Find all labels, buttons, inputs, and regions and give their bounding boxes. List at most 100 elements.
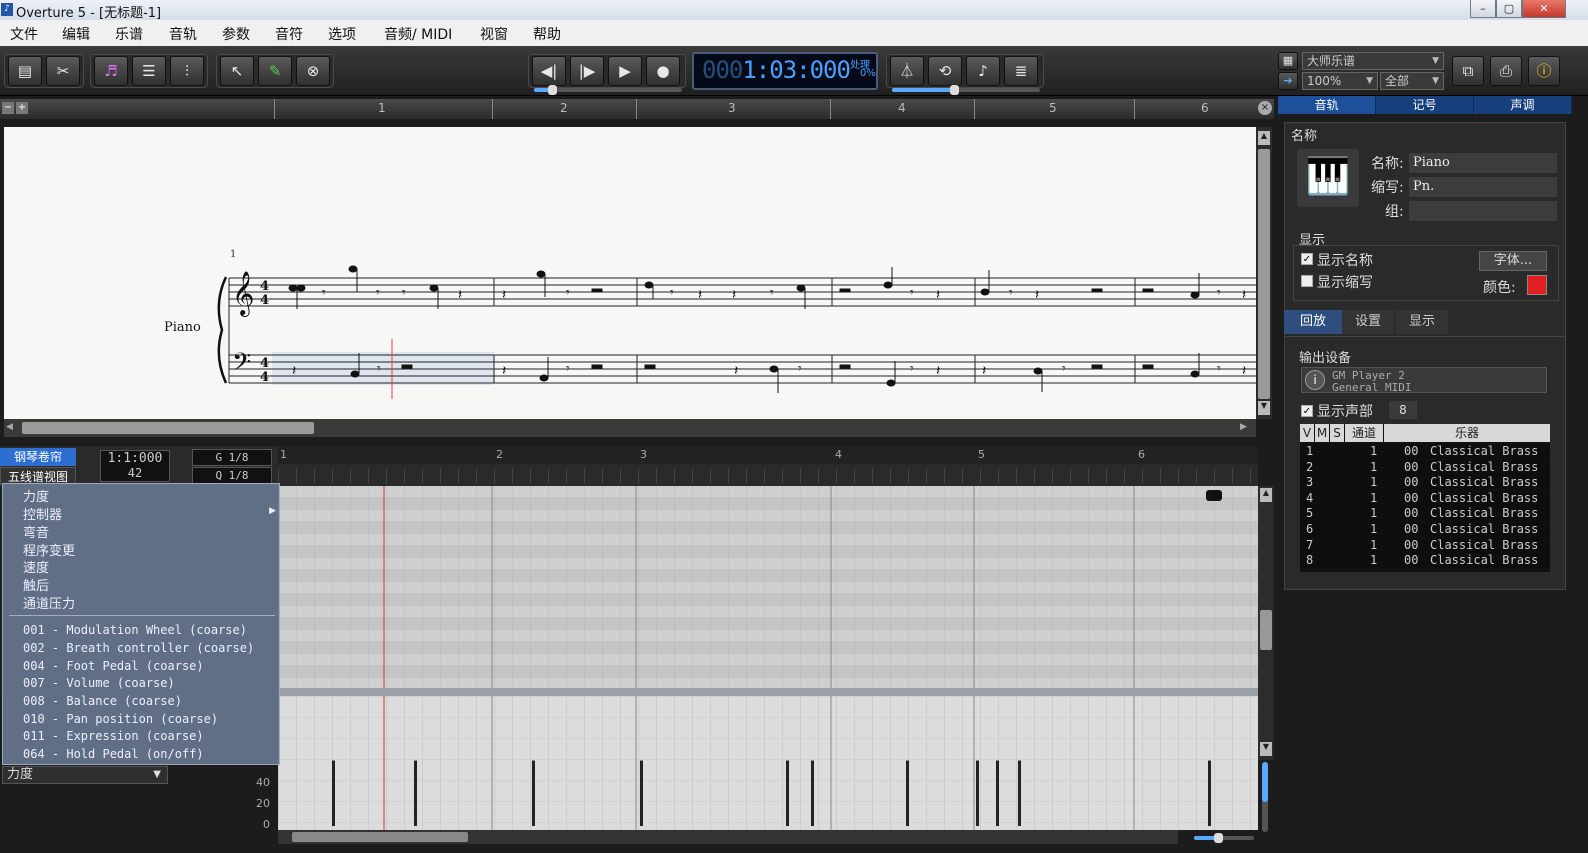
arrow-tool-icon[interactable]: ↖ — [220, 56, 254, 86]
eraser-tool-icon[interactable]: ⊗ — [296, 56, 330, 86]
copy-window-icon[interactable]: ⧉ — [1452, 56, 1484, 86]
menu-file[interactable]: 文件 — [10, 24, 38, 44]
piano-roll-grid[interactable] — [278, 486, 1258, 688]
track-list-icon[interactable]: ☰ — [132, 56, 166, 86]
info-icon[interactable]: i — [1305, 370, 1325, 390]
velocity-bar[interactable] — [811, 760, 814, 826]
scroll-down-icon[interactable]: ▼ — [1258, 401, 1270, 415]
voices-count-field[interactable]: 8 — [1389, 401, 1417, 419]
score-view-select[interactable]: 大师乐谱 ▼ — [1302, 52, 1444, 70]
menu-item-cc[interactable]: 002 - Breath controller (coarse) — [23, 641, 254, 655]
velocity-bar[interactable] — [976, 760, 979, 826]
menu-item-pitch-bend[interactable]: 弯音 — [23, 522, 49, 541]
parameter-select[interactable]: 力度 ▼ — [2, 766, 168, 784]
voice-row[interactable]: 6 1 00 Classical Brass — [1300, 522, 1550, 537]
velocity-bar[interactable] — [996, 760, 999, 826]
score-window-icon[interactable]: ▤ — [8, 56, 42, 86]
color-swatch[interactable] — [1527, 275, 1547, 295]
voice-row[interactable]: 3 1 00 Classical Brass — [1300, 475, 1550, 491]
score-horizontal-scrollbar[interactable]: ◀ ▶ — [4, 419, 1256, 437]
close-icon[interactable]: ✕ — [1522, 0, 1566, 18]
minimize-icon[interactable]: – — [1470, 0, 1496, 18]
velocity-bar[interactable] — [1208, 760, 1211, 826]
view-grid-icon[interactable]: ▦ — [1278, 52, 1298, 70]
menu-notes[interactable]: 音符 — [275, 24, 303, 44]
loop-icon[interactable]: ⟲ — [928, 56, 962, 86]
position-slider[interactable] — [534, 85, 682, 95]
menu-window[interactable]: 视窗 — [480, 24, 508, 44]
menu-item-cc[interactable]: 011 - Expression (coarse) — [23, 729, 204, 743]
show-abbr-checkbox[interactable] — [1301, 275, 1313, 287]
pencil-tool-icon[interactable]: ✎ — [258, 56, 292, 86]
menu-params[interactable]: 参数 — [222, 24, 250, 44]
tools-icon[interactable]: ✂ — [46, 56, 80, 86]
tab-track[interactable]: 音轨 — [1278, 96, 1376, 114]
font-button[interactable]: 字体... — [1479, 251, 1547, 271]
velocity-bar[interactable] — [640, 760, 643, 826]
menu-item-cc[interactable]: 001 - Modulation Wheel (coarse) — [23, 623, 247, 637]
menu-item-velocity[interactable]: 力度 — [23, 486, 49, 505]
menu-help[interactable]: 帮助 — [533, 24, 561, 44]
info-icon[interactable]: ⓘ — [1528, 56, 1560, 86]
scroll-up-icon[interactable]: ▲ — [1260, 488, 1272, 502]
piano-roll-horizontal-scrollbar[interactable] — [278, 830, 1178, 844]
note-palette-icon[interactable]: ♬ — [94, 56, 128, 86]
arrow-right-icon[interactable]: ➔ — [1278, 72, 1298, 90]
range-select[interactable]: 全部 ▼ — [1380, 72, 1444, 90]
mixer-icon[interactable]: ⫶ — [170, 56, 204, 86]
vertical-zoom-slider[interactable] — [1262, 762, 1268, 832]
horizontal-zoom-slider[interactable] — [1194, 833, 1254, 843]
print-icon[interactable]: ⎙ — [1490, 56, 1522, 86]
menu-item-cc[interactable]: 008 - Balance (coarse) — [23, 694, 182, 708]
scroll-left-icon[interactable]: ◀ — [6, 422, 20, 434]
maximize-icon[interactable]: ▢ — [1496, 0, 1522, 18]
velocity-bar[interactable] — [414, 760, 417, 826]
grid-select[interactable]: G 1/8 — [192, 449, 272, 466]
velocity-bar[interactable] — [786, 760, 789, 826]
track-name-field[interactable]: Piano — [1409, 153, 1557, 173]
menu-item-cc[interactable]: 010 - Pan position (coarse) — [23, 712, 218, 726]
menu-track[interactable]: 音轨 — [169, 24, 197, 44]
menu-audio-midi[interactable]: 音频/ MIDI — [384, 24, 452, 44]
zoom-select[interactable]: 100% ▼ — [1302, 72, 1378, 90]
velocity-bar[interactable] — [906, 760, 909, 826]
voice-row[interactable]: 1 1 00 Classical Brass — [1300, 444, 1550, 459]
play-icon[interactable]: ▶ — [608, 56, 642, 86]
track-group-field[interactable] — [1409, 201, 1557, 221]
tab-settings[interactable]: 设置 — [1342, 310, 1394, 334]
scroll-right-icon[interactable]: ▶ — [1240, 422, 1254, 434]
menu-options[interactable]: 选项 — [328, 24, 356, 44]
score-canvas[interactable]: 𝄞 𝄢 4 4 4 4 𝄾 𝄾 𝄾 𝄽 𝄽 𝄾 𝄾 𝄽 𝄽 𝄾 𝄾 𝄽 𝄾 𝄽 … — [4, 127, 1256, 419]
voice-row[interactable]: 4 1 00 Classical Brass — [1300, 490, 1550, 506]
close-pane-icon[interactable]: × — [1258, 101, 1272, 115]
menu-item-controller[interactable]: 控制器 — [23, 504, 62, 523]
track-abbr-field[interactable]: Pn. — [1409, 177, 1557, 197]
menu-item-cc[interactable]: 064 - Hold Pedal (on/off) — [23, 747, 204, 761]
tempo-slider[interactable] — [892, 85, 1040, 95]
tab-key[interactable]: 声调 — [1474, 96, 1572, 114]
scroll-down-icon[interactable]: ▼ — [1260, 742, 1272, 756]
staff-icon[interactable]: ≣ — [1004, 56, 1038, 86]
show-name-checkbox[interactable]: ✓ — [1301, 253, 1313, 265]
menu-item-aftertouch[interactable]: 触后 — [23, 575, 49, 594]
tab-marks[interactable]: 记号 — [1376, 96, 1474, 114]
menu-score[interactable]: 乐谱 — [115, 24, 143, 44]
score-vertical-scrollbar[interactable]: ▲ ▼ — [1256, 127, 1272, 419]
velocity-bar[interactable] — [1018, 760, 1021, 826]
tab-piano-roll[interactable]: 钢琴卷帘 — [0, 448, 76, 466]
metronome-icon[interactable]: ⏃ — [890, 56, 924, 86]
pane-splitter[interactable] — [278, 688, 1258, 696]
menu-item-cc[interactable]: 007 - Volume (coarse) — [23, 676, 175, 690]
voice-row[interactable]: 5 1 00 Classical Brass — [1300, 506, 1550, 522]
step-icon[interactable]: |▶ — [570, 56, 604, 86]
menu-item-channel-pressure[interactable]: 通道压力 — [23, 593, 75, 612]
output-device-select[interactable]: i GM Player 2 General MIDI — [1301, 367, 1547, 394]
tab-display[interactable]: 显示 — [1396, 310, 1448, 334]
menu-item-cc[interactable]: 004 - Foot Pedal (coarse) — [23, 659, 204, 673]
menu-edit[interactable]: 编辑 — [62, 24, 90, 44]
record-icon[interactable]: ● — [646, 56, 680, 86]
show-voices-checkbox[interactable]: ✓ — [1301, 405, 1313, 417]
velocity-bar[interactable] — [332, 760, 335, 826]
piano-roll-vertical-scrollbar[interactable]: ▲ ▼ — [1258, 486, 1274, 760]
velocity-bar[interactable] — [532, 760, 535, 826]
